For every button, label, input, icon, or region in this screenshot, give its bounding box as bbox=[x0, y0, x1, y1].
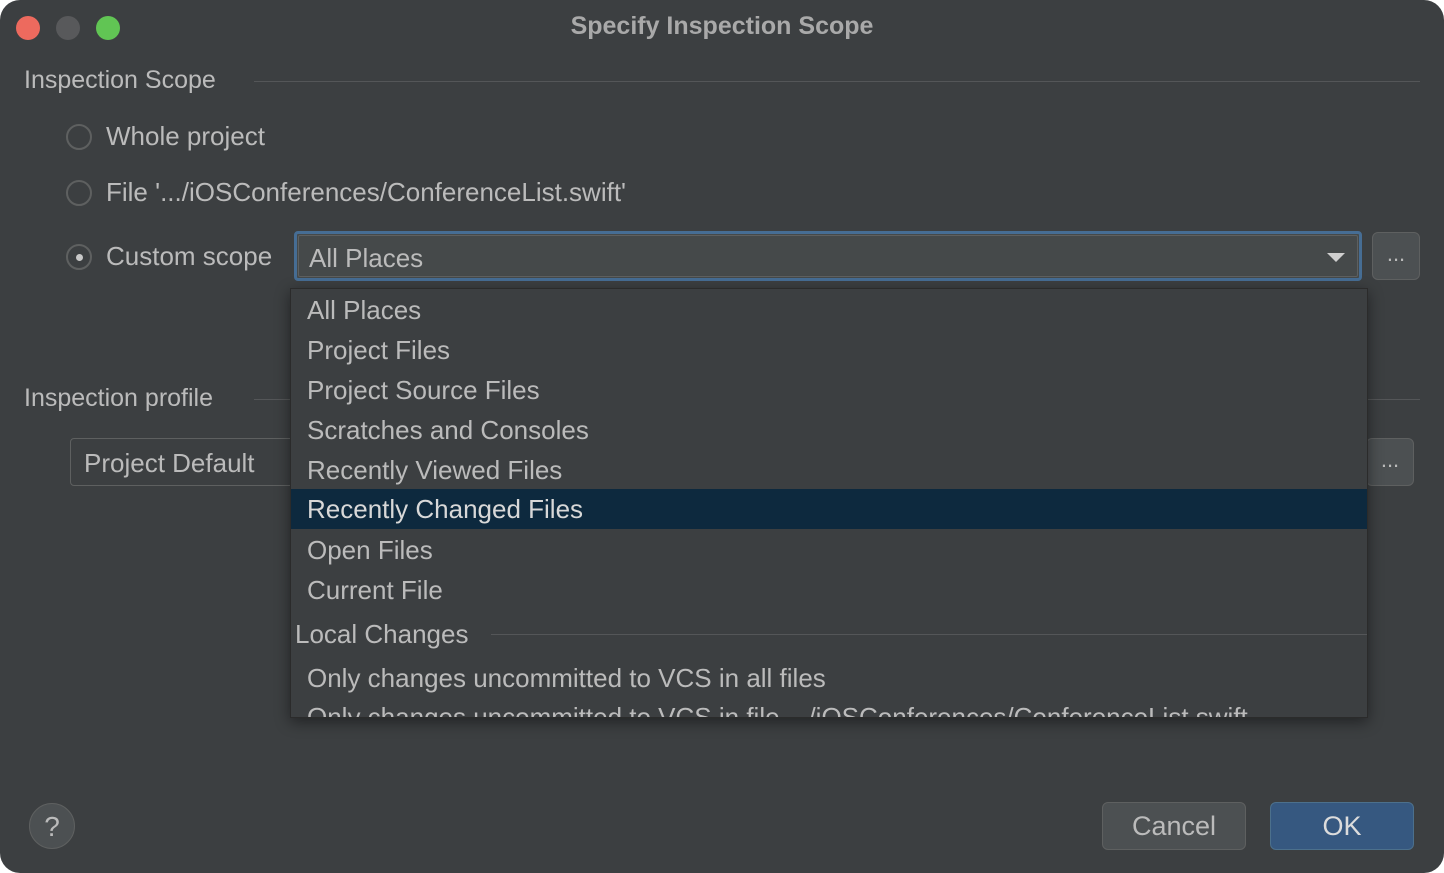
current-file-label[interactable]: File '.../iOSConferences/ConferenceList.… bbox=[106, 177, 626, 208]
whole-project-label[interactable]: Whole project bbox=[106, 121, 265, 152]
custom-scope-value: All Places bbox=[309, 243, 424, 273]
help-label: ? bbox=[44, 811, 60, 842]
browse-scope-button[interactable]: ... bbox=[1372, 232, 1420, 280]
combobox-border bbox=[298, 235, 1358, 277]
list-item[interactable]: Only changes uncommitted to VCS in all f… bbox=[291, 658, 1367, 698]
custom-scope-label[interactable]: Custom scope bbox=[106, 241, 272, 272]
title-bar: Specify Inspection Scope bbox=[0, 0, 1444, 56]
section-divider bbox=[1366, 399, 1420, 400]
list-item[interactable]: Project Files bbox=[291, 330, 1367, 370]
browse-scope-label: ... bbox=[1386, 241, 1406, 266]
whole-project-radio[interactable] bbox=[66, 124, 92, 150]
chevron-down-icon[interactable] bbox=[1327, 253, 1345, 262]
ok-button[interactable]: OK bbox=[1270, 802, 1414, 850]
current-file-radio[interactable] bbox=[66, 180, 92, 206]
inspection-profile-value: Project Default bbox=[84, 448, 255, 478]
section-divider bbox=[254, 399, 290, 400]
dialog-window: Specify Inspection Scope Inspection Scop… bbox=[0, 0, 1444, 873]
list-item[interactable]: All Places bbox=[291, 290, 1367, 330]
help-button[interactable]: ? bbox=[29, 803, 75, 849]
inspection-scope-heading: Inspection Scope bbox=[24, 66, 216, 94]
custom-scope-radio[interactable] bbox=[66, 244, 92, 270]
scope-dropdown-list: All Places Project Files Project Source … bbox=[290, 288, 1368, 718]
list-item[interactable]: Current File bbox=[291, 570, 1367, 610]
browse-profile-label: ... bbox=[1380, 447, 1400, 472]
cancel-button[interactable]: Cancel bbox=[1102, 802, 1246, 850]
section-divider bbox=[254, 81, 1420, 82]
inspection-profile-combobox[interactable]: Project Default bbox=[70, 438, 310, 486]
local-changes-group-label: Local Changes bbox=[295, 619, 469, 649]
list-item[interactable]: Scratches and Consoles bbox=[291, 410, 1367, 450]
custom-scope-combobox[interactable]: All Places bbox=[294, 231, 1362, 281]
list-item[interactable]: Recently Viewed Files bbox=[291, 450, 1367, 490]
list-item-selected[interactable]: Recently Changed Files bbox=[291, 489, 1367, 529]
browse-profile-button[interactable]: ... bbox=[1366, 438, 1414, 486]
dialog-title: Specify Inspection Scope bbox=[570, 12, 874, 40]
inspection-profile-heading: Inspection profile bbox=[24, 384, 214, 412]
list-item[interactable]: Open Files bbox=[291, 530, 1367, 570]
list-item[interactable]: Only changes uncommitted to VCS in file … bbox=[291, 697, 1367, 717]
list-item[interactable]: Project Source Files bbox=[291, 370, 1367, 410]
group-divider bbox=[491, 634, 1367, 635]
